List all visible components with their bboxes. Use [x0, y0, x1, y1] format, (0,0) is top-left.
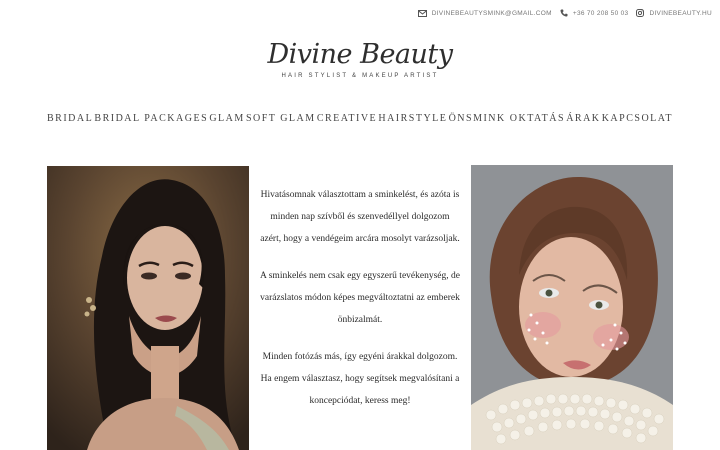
site-logo[interactable]: Divine Beauty HAIR STYLIST & MAKEUP ARTI… — [0, 39, 720, 80]
nav-item-onsmink-oktatas[interactable]: ÖNSMINK OKTATÁS — [449, 113, 565, 124]
portrait-photo-right — [471, 165, 673, 450]
instagram-text: DIVINEBEAUTY.HU — [649, 9, 712, 17]
brand-name: Divine Beauty — [267, 39, 453, 70]
nav-item-arak[interactable]: ÁRAK — [566, 113, 600, 124]
intro-paragraph: A sminkelés nem csak egy egyszerű tevéke… — [260, 271, 460, 325]
phone-link[interactable]: +36 70 208 50 03 — [560, 9, 629, 17]
portrait-photo-left — [47, 166, 249, 450]
nav-item-soft-glam[interactable]: SOFT GLAM — [246, 113, 316, 124]
brand-tagline: HAIR STYLIST & MAKEUP ARTIST — [281, 73, 439, 79]
nav-item-hairstyle[interactable]: HAIRSTYLE — [378, 113, 447, 124]
nav-item-bridal-packages[interactable]: BRIDAL PACKAGES — [94, 113, 208, 124]
instagram-link[interactable]: DIVINEBEAUTY.HU — [636, 9, 712, 17]
phone-text: +36 70 208 50 03 — [572, 9, 629, 17]
email-link[interactable]: DIVINEBEAUTYSMINK@GMAIL.COM — [417, 9, 552, 17]
intro-text: Hivatásomnak választottam a sminkelést, … — [259, 184, 461, 427]
phone-icon — [560, 9, 568, 17]
instagram-icon — [636, 9, 645, 17]
main-navigation: BRIDAL BRIDAL PACKAGES GLAM SOFT GLAM CR… — [47, 113, 673, 124]
contact-bar: DIVINEBEAUTYSMINK@GMAIL.COM +36 70 208 5… — [417, 7, 712, 19]
nav-item-creative[interactable]: CREATIVE — [317, 113, 377, 124]
intro-paragraph: Hivatásomnak választottam a sminkelést, … — [260, 190, 460, 244]
nav-item-kapcsolat[interactable]: KAPCSOLAT — [602, 113, 673, 124]
email-text: DIVINEBEAUTYSMINK@GMAIL.COM — [431, 9, 552, 17]
nav-item-bridal[interactable]: BRIDAL — [47, 113, 93, 124]
nav-item-glam[interactable]: GLAM — [209, 113, 244, 124]
intro-paragraph: Minden fotózás más, így egyéni árakkal d… — [260, 352, 460, 406]
mail-icon — [417, 9, 427, 17]
